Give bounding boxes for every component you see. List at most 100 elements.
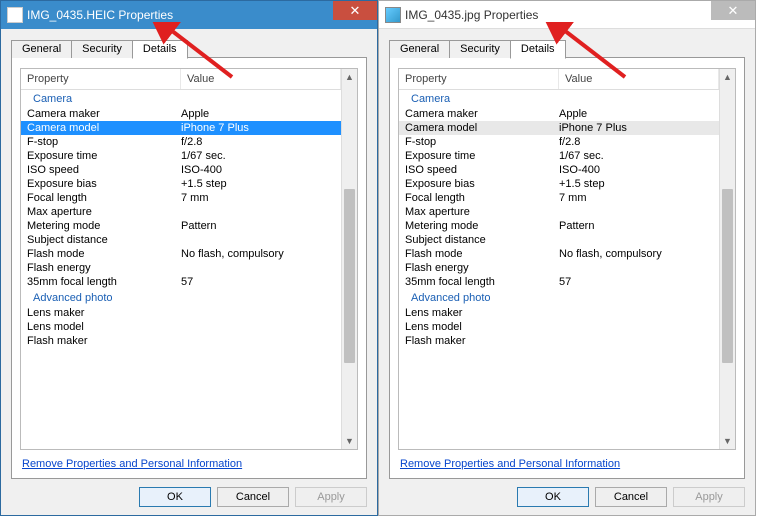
scroll-up-icon[interactable]: ▲ — [720, 69, 735, 85]
row-35mm-focal[interactable]: 35mm focal length57 — [399, 275, 719, 289]
prop-label: Max aperture — [399, 206, 559, 218]
prop-value: 7 mm — [181, 192, 341, 204]
row-metering-mode[interactable]: Metering modePattern — [399, 219, 719, 233]
scrollbar[interactable]: ▲ ▼ — [719, 69, 735, 449]
row-lens-maker[interactable]: Lens maker — [399, 306, 719, 320]
tab-general[interactable]: General — [11, 40, 72, 58]
row-camera-model[interactable]: Camera modeliPhone 7 Plus — [399, 121, 719, 135]
prop-label: Flash mode — [21, 248, 181, 260]
row-max-aperture[interactable]: Max aperture — [399, 205, 719, 219]
row-focal-length[interactable]: Focal length7 mm — [399, 191, 719, 205]
tab-details[interactable]: Details — [510, 40, 566, 59]
prop-value — [181, 234, 341, 246]
row-flash-maker[interactable]: Flash maker — [399, 334, 719, 348]
row-flash-mode[interactable]: Flash modeNo flash, compulsory — [399, 247, 719, 261]
column-headers: Property Value — [399, 69, 719, 90]
scroll-down-icon[interactable]: ▼ — [342, 433, 357, 449]
prop-label: Flash maker — [21, 335, 181, 347]
row-35mm-focal[interactable]: 35mm focal length57 — [21, 275, 341, 289]
prop-label: 35mm focal length — [21, 276, 181, 288]
tab-security[interactable]: Security — [449, 40, 511, 58]
window-title: IMG_0435.HEIC Properties — [27, 8, 173, 22]
row-flash-mode[interactable]: Flash modeNo flash, compulsory — [21, 247, 341, 261]
prop-label: F-stop — [21, 136, 181, 148]
apply-button[interactable]: Apply — [295, 487, 367, 507]
row-max-aperture[interactable]: Max aperture — [21, 205, 341, 219]
properties-window-jpg: IMG_0435.jpg Properties ✕ General Securi… — [378, 0, 756, 516]
cancel-button[interactable]: Cancel — [595, 487, 667, 507]
scroll-up-icon[interactable]: ▲ — [342, 69, 357, 85]
property-list-body[interactable]: Property Value Camera Camera makerApple … — [21, 69, 341, 449]
ok-button[interactable]: OK — [517, 487, 589, 507]
ok-button[interactable]: OK — [139, 487, 211, 507]
close-button[interactable]: ✕ — [711, 1, 755, 20]
row-exposure-time[interactable]: Exposure time1/67 sec. — [21, 149, 341, 163]
property-list: Property Value Camera Camera makerApple … — [398, 68, 736, 450]
prop-value — [181, 262, 341, 274]
prop-value — [559, 206, 719, 218]
row-flash-maker[interactable]: Flash maker — [21, 334, 341, 348]
scroll-down-icon[interactable]: ▼ — [720, 433, 735, 449]
remove-properties-link[interactable]: Remove Properties and Personal Informati… — [20, 450, 358, 472]
row-lens-model[interactable]: Lens model — [399, 320, 719, 334]
row-lens-maker[interactable]: Lens maker — [21, 306, 341, 320]
prop-value: ISO-400 — [559, 164, 719, 176]
prop-label: Camera maker — [399, 108, 559, 120]
row-focal-length[interactable]: Focal length7 mm — [21, 191, 341, 205]
remove-properties-link[interactable]: Remove Properties and Personal Informati… — [398, 450, 736, 472]
prop-value: Pattern — [559, 220, 719, 232]
prop-label: Metering mode — [399, 220, 559, 232]
prop-value: iPhone 7 Plus — [559, 122, 719, 134]
prop-value: f/2.8 — [559, 136, 719, 148]
scroll-track[interactable] — [720, 85, 735, 433]
row-camera-maker[interactable]: Camera makerApple — [399, 107, 719, 121]
prop-label: Lens model — [399, 321, 559, 333]
prop-value: +1.5 step — [559, 178, 719, 190]
col-property[interactable]: Property — [399, 69, 559, 89]
titlebar[interactable]: IMG_0435.HEIC Properties ✕ — [1, 1, 377, 29]
row-flash-energy[interactable]: Flash energy — [21, 261, 341, 275]
tab-security[interactable]: Security — [71, 40, 133, 58]
row-camera-model[interactable]: Camera modeliPhone 7 Plus — [21, 121, 341, 135]
row-iso-speed[interactable]: ISO speedISO-400 — [21, 163, 341, 177]
property-list-body[interactable]: Property Value Camera Camera makerApple … — [399, 69, 719, 449]
apply-button[interactable]: Apply — [673, 487, 745, 507]
prop-label: Flash energy — [21, 262, 181, 274]
titlebar[interactable]: IMG_0435.jpg Properties ✕ — [379, 1, 755, 29]
prop-value — [559, 307, 719, 319]
row-iso-speed[interactable]: ISO speedISO-400 — [399, 163, 719, 177]
row-fstop[interactable]: F-stopf/2.8 — [21, 135, 341, 149]
row-camera-maker[interactable]: Camera makerApple — [21, 107, 341, 121]
row-lens-model[interactable]: Lens model — [21, 320, 341, 334]
scroll-thumb[interactable] — [722, 189, 733, 363]
col-value[interactable]: Value — [181, 69, 341, 89]
row-subject-distance[interactable]: Subject distance — [399, 233, 719, 247]
section-advanced-photo: Advanced photo — [21, 289, 341, 306]
prop-value — [559, 335, 719, 347]
prop-label: Flash energy — [399, 262, 559, 274]
tab-panel-details: Property Value Camera Camera makerApple … — [11, 57, 367, 479]
col-value[interactable]: Value — [559, 69, 719, 89]
tabs: General Security Details — [389, 37, 745, 58]
row-exposure-bias[interactable]: Exposure bias+1.5 step — [21, 177, 341, 191]
prop-label: 35mm focal length — [399, 276, 559, 288]
prop-label: Subject distance — [399, 234, 559, 246]
row-exposure-time[interactable]: Exposure time1/67 sec. — [399, 149, 719, 163]
close-icon: ✕ — [350, 3, 361, 19]
scrollbar[interactable]: ▲ ▼ — [341, 69, 357, 449]
col-property[interactable]: Property — [21, 69, 181, 89]
row-exposure-bias[interactable]: Exposure bias+1.5 step — [399, 177, 719, 191]
scroll-thumb[interactable] — [344, 189, 355, 363]
row-flash-energy[interactable]: Flash energy — [399, 261, 719, 275]
tab-general[interactable]: General — [389, 40, 450, 58]
prop-value — [559, 262, 719, 274]
row-metering-mode[interactable]: Metering modePattern — [21, 219, 341, 233]
close-button[interactable]: ✕ — [333, 1, 377, 20]
row-subject-distance[interactable]: Subject distance — [21, 233, 341, 247]
prop-label: Camera model — [21, 122, 181, 134]
section-advanced-photo: Advanced photo — [399, 289, 719, 306]
tab-details[interactable]: Details — [132, 40, 188, 59]
scroll-track[interactable] — [342, 85, 357, 433]
row-fstop[interactable]: F-stopf/2.8 — [399, 135, 719, 149]
cancel-button[interactable]: Cancel — [217, 487, 289, 507]
